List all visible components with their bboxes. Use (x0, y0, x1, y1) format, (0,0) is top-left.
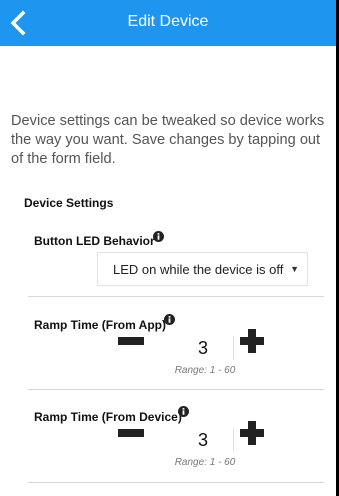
page-title: Edit Device (127, 13, 209, 30)
dropdown-arrow-icon: ▼ (290, 264, 299, 274)
ramp-app-decrement-button[interactable] (118, 337, 144, 345)
info-icon[interactable] (164, 312, 175, 325)
header-bar: Edit Device (0, 0, 336, 46)
divider (28, 389, 324, 390)
ramp-device-range: Range: 1 - 60 (174, 457, 236, 468)
divider (28, 482, 324, 483)
ramp-app-label: Ramp Time (From App) (34, 318, 167, 332)
led-behavior-select[interactable]: LED on while the device is off ▼ (97, 252, 308, 286)
ramp-app-input[interactable]: 3 (173, 336, 234, 360)
ramp-app-range: Range: 1 - 60 (174, 365, 236, 376)
led-behavior-value: LED on while the device is off (113, 262, 284, 277)
ramp-device-input[interactable]: 3 (173, 428, 234, 452)
ramp-device-increment-button[interactable] (240, 421, 264, 445)
ramp-app-increment-button[interactable] (240, 329, 264, 353)
description-text: Device settings can be tweaked so device… (11, 113, 325, 167)
info-icon[interactable] (178, 404, 189, 417)
led-behavior-label: Button LED Behavior (34, 234, 155, 248)
edit-device-screen: Edit Device Device settings can be tweak… (0, 0, 336, 496)
ramp-device-decrement-button[interactable] (118, 429, 144, 437)
section-title: Device Settings (24, 196, 114, 210)
ramp-device-label: Ramp Time (From Device) (34, 410, 182, 424)
info-icon[interactable] (153, 229, 164, 242)
divider (28, 296, 324, 297)
